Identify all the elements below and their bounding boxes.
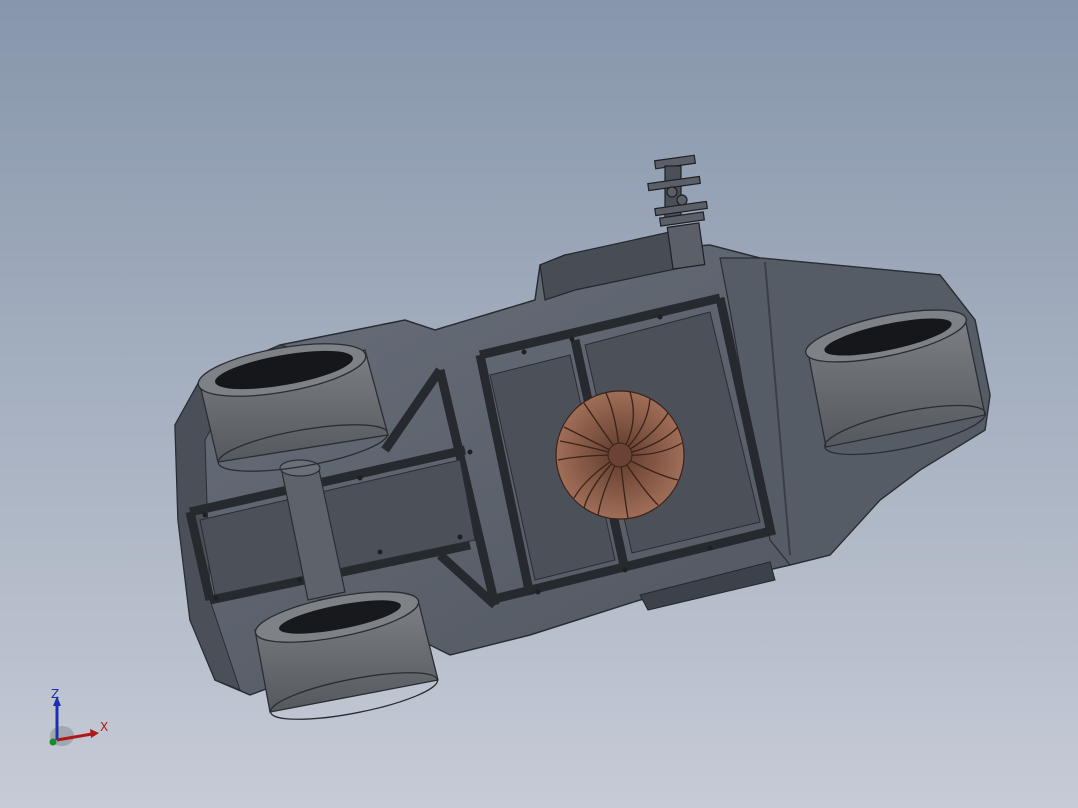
graphics-viewport[interactable]: Z X <box>0 0 1078 808</box>
x-axis-label: X <box>100 720 109 734</box>
turbine-fan <box>555 390 685 520</box>
vehicle-model[interactable] <box>0 0 1078 808</box>
view-orientation-triad: Z X <box>40 684 120 754</box>
z-axis-label: Z <box>51 687 60 701</box>
